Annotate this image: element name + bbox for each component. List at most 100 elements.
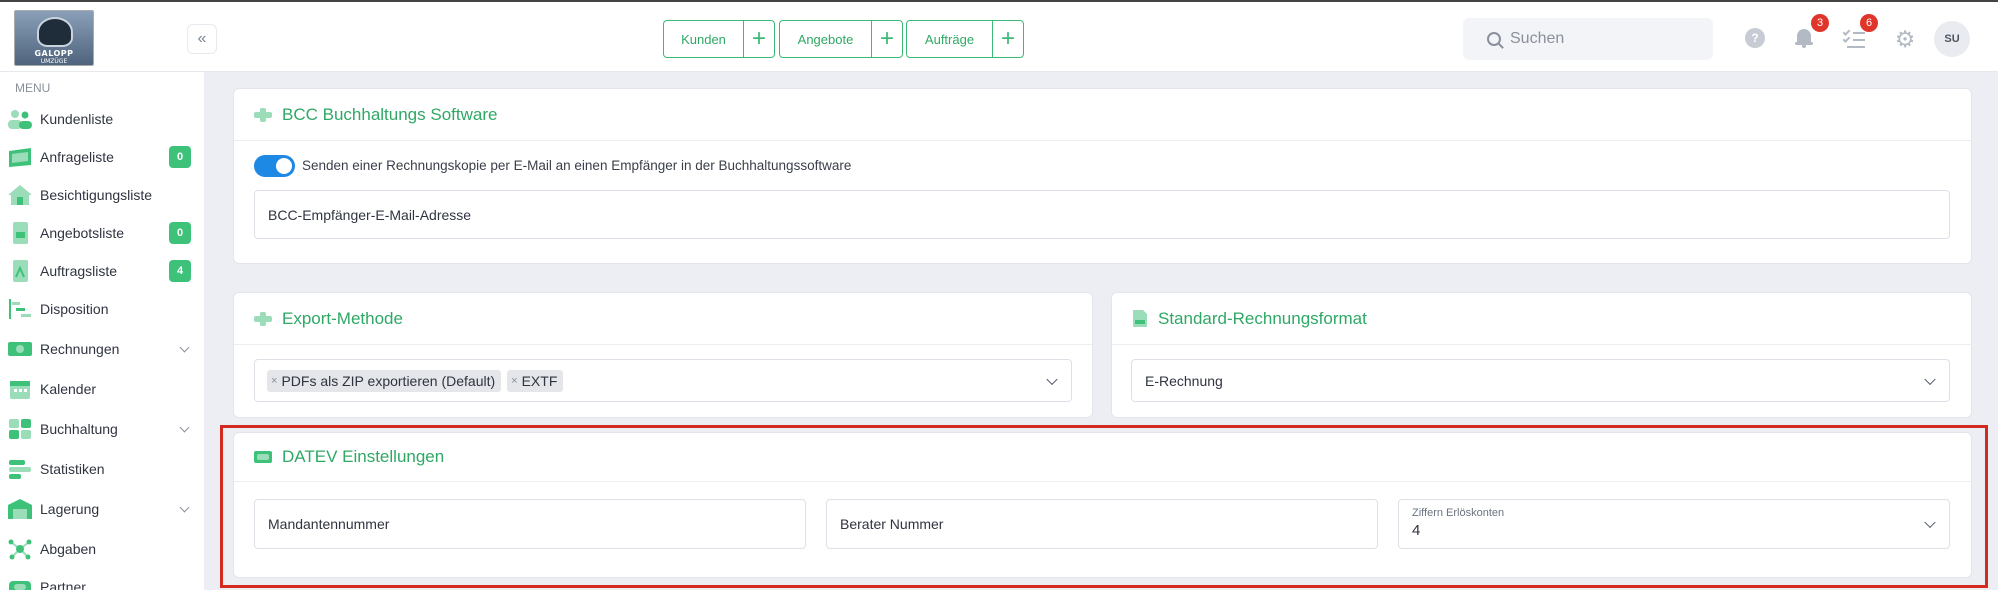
mandantennummer-label: Mandantennummer xyxy=(268,516,390,532)
kunden-button[interactable]: Kunden xyxy=(664,21,744,57)
sidebar-item-label: Angebotsliste xyxy=(40,225,125,241)
sidebar-item-label: Disposition xyxy=(40,301,109,317)
network-icon xyxy=(8,539,32,560)
logo-subtext: UMZÜGE xyxy=(40,58,68,65)
quick-action-auftraege: Aufträge + xyxy=(906,20,1024,58)
sidebar-item-label: Buchhaltung xyxy=(40,421,118,437)
card-title: Export-Methode xyxy=(282,308,403,328)
berater-nummer-label: Berater Nummer xyxy=(840,516,944,532)
puzzle-icon xyxy=(254,311,272,326)
card-header: Export-Methode xyxy=(234,293,1092,345)
add-auftrag-plus-icon[interactable]: + xyxy=(993,21,1023,57)
ziffern-erloeskonten-select[interactable]: Ziffern Erlöskonten 4 xyxy=(1398,499,1950,549)
sidebar-item-lagerung[interactable]: Lagerung xyxy=(0,494,204,524)
horse-logo-icon xyxy=(37,17,73,47)
settings-gear-icon[interactable]: ⚙ xyxy=(1894,28,1916,51)
notifications-count-badge: 3 xyxy=(1811,14,1829,32)
quick-action-angebote: Angebote + xyxy=(779,20,903,58)
chevron-down-icon xyxy=(1924,373,1936,385)
company-logo[interactable]: GALOPP UMZÜGE xyxy=(14,10,94,66)
sidebar-item-label: Rechnungen xyxy=(40,341,120,357)
sidebar-item-kundenliste[interactable]: Kundenliste xyxy=(0,104,204,134)
gantt-icon xyxy=(9,299,31,319)
home-icon xyxy=(8,185,32,205)
user-avatar[interactable]: SU xyxy=(1934,21,1970,57)
angebote-button[interactable]: Angebote xyxy=(780,21,872,57)
sidebar-item-label: Statistiken xyxy=(40,461,105,477)
card-title: DATEV Einstellungen xyxy=(282,447,445,466)
sidebar-item-besichtigungsliste[interactable]: Besichtigungsliste xyxy=(0,180,204,210)
inbox-icon xyxy=(9,148,31,167)
sidebar-item-label: Anfrageliste xyxy=(40,149,114,165)
handshake-icon xyxy=(9,581,31,590)
calendar-icon xyxy=(10,381,30,399)
ziffern-erloeskonten-label: Ziffern Erlöskonten xyxy=(1412,507,1505,519)
sidebar-item-kalender[interactable]: Kalender xyxy=(0,374,204,404)
card-header: BCC Buchhaltungs Software xyxy=(234,89,1971,141)
sidebar-item-buchhaltung[interactable]: Buchhaltung xyxy=(0,414,204,444)
chevron-down-icon xyxy=(1046,373,1058,385)
pdf-file-icon xyxy=(1133,310,1147,327)
sidebar-item-partner[interactable]: Partner xyxy=(0,572,204,590)
export-chip-zip: × PDFs als ZIP exportieren (Default) xyxy=(267,369,502,392)
mandantennummer-field[interactable]: Mandantennummer xyxy=(254,499,806,549)
add-angebot-plus-icon[interactable]: + xyxy=(872,21,902,57)
sidebar-item-auftragsliste[interactable]: Auftragsliste 4 xyxy=(0,256,204,286)
bcc-toggle-switch[interactable] xyxy=(254,155,295,177)
remove-chip-icon[interactable]: × xyxy=(271,375,277,387)
tasks-count-badge: 6 xyxy=(1860,14,1878,32)
sidebar-item-label: Kundenliste xyxy=(40,111,114,127)
chevron-down-icon xyxy=(179,422,190,433)
chevron-down-icon xyxy=(179,502,190,513)
add-kunde-plus-icon[interactable]: + xyxy=(744,21,774,57)
sidebar: MENU Kundenliste Anfrageliste 0 Besichti… xyxy=(0,72,204,590)
bcc-email-field[interactable]: BCC-Empfänger-E-Mail-Adresse xyxy=(254,190,1950,239)
double-chevron-left-icon: « xyxy=(197,30,207,47)
sidebar-item-anfrageliste[interactable]: Anfrageliste 0 xyxy=(0,142,204,172)
invoice-format-value: E-Rechnung xyxy=(1145,372,1223,389)
export-method-multiselect[interactable]: × PDFs als ZIP exportieren (Default) × E… xyxy=(254,359,1072,402)
sidebar-item-label: Besichtigungsliste xyxy=(40,187,153,203)
ziffern-erloeskonten-value: 4 xyxy=(1412,522,1421,539)
chip-label: EXTF xyxy=(521,372,558,389)
chevron-down-icon xyxy=(179,342,190,353)
tasks-checklist-icon[interactable] xyxy=(1842,28,1865,49)
sidebar-item-abgaben[interactable]: Abgaben xyxy=(0,534,204,564)
collapse-sidebar-button[interactable]: « xyxy=(187,24,217,54)
sidebar-item-label: Partner xyxy=(40,579,86,590)
sidebar-item-rechnungen[interactable]: Rechnungen xyxy=(0,334,204,364)
auftrag-count-badge: 4 xyxy=(169,260,191,282)
money-icon xyxy=(8,342,32,356)
sidebar-item-disposition[interactable]: Disposition xyxy=(0,294,204,324)
logo-text: GALOPP xyxy=(34,49,74,58)
sidebar-item-angebotsliste[interactable]: Angebotsliste 0 xyxy=(0,218,204,248)
menu-heading: MENU xyxy=(15,81,51,95)
sidebar-item-statistiken[interactable]: Statistiken xyxy=(0,454,204,484)
help-icon[interactable]: ? xyxy=(1745,28,1765,48)
search-icon xyxy=(1487,32,1501,46)
document-icon xyxy=(13,222,28,244)
quick-action-kunden: Kunden + xyxy=(663,20,775,58)
card-header: Standard-Rechnungsformat xyxy=(1112,293,1971,345)
auftraege-button[interactable]: Aufträge xyxy=(907,21,993,57)
users-icon xyxy=(8,110,32,129)
chip-label: PDFs als ZIP exportieren (Default) xyxy=(281,372,496,389)
search-placeholder: Suchen xyxy=(1510,30,1565,47)
bcc-email-field-label: BCC-Empfänger-E-Mail-Adresse xyxy=(268,206,472,223)
puzzle-icon xyxy=(254,107,272,122)
top-bar: GALOPP UMZÜGE « Kunden + Angebote + Auft… xyxy=(0,0,1998,72)
card-header: DATEV Einstellungen xyxy=(234,433,1971,482)
invoice-format-select[interactable]: E-Rechnung xyxy=(1131,359,1950,402)
sidebar-item-label: Abgaben xyxy=(40,541,97,557)
angebot-count-badge: 0 xyxy=(169,222,191,244)
search-input[interactable]: Suchen xyxy=(1463,18,1713,60)
notifications-bell-icon[interactable] xyxy=(1794,27,1814,49)
card-title: BCC Buchhaltungs Software xyxy=(282,104,498,124)
money-icon xyxy=(254,451,272,463)
warehouse-icon xyxy=(8,499,32,519)
stats-icon xyxy=(9,460,31,479)
berater-nummer-field[interactable]: Berater Nummer xyxy=(826,499,1378,549)
sidebar-item-label: Auftragsliste xyxy=(40,263,118,279)
remove-chip-icon[interactable]: × xyxy=(511,375,517,387)
sidebar-item-label: Kalender xyxy=(40,381,97,397)
